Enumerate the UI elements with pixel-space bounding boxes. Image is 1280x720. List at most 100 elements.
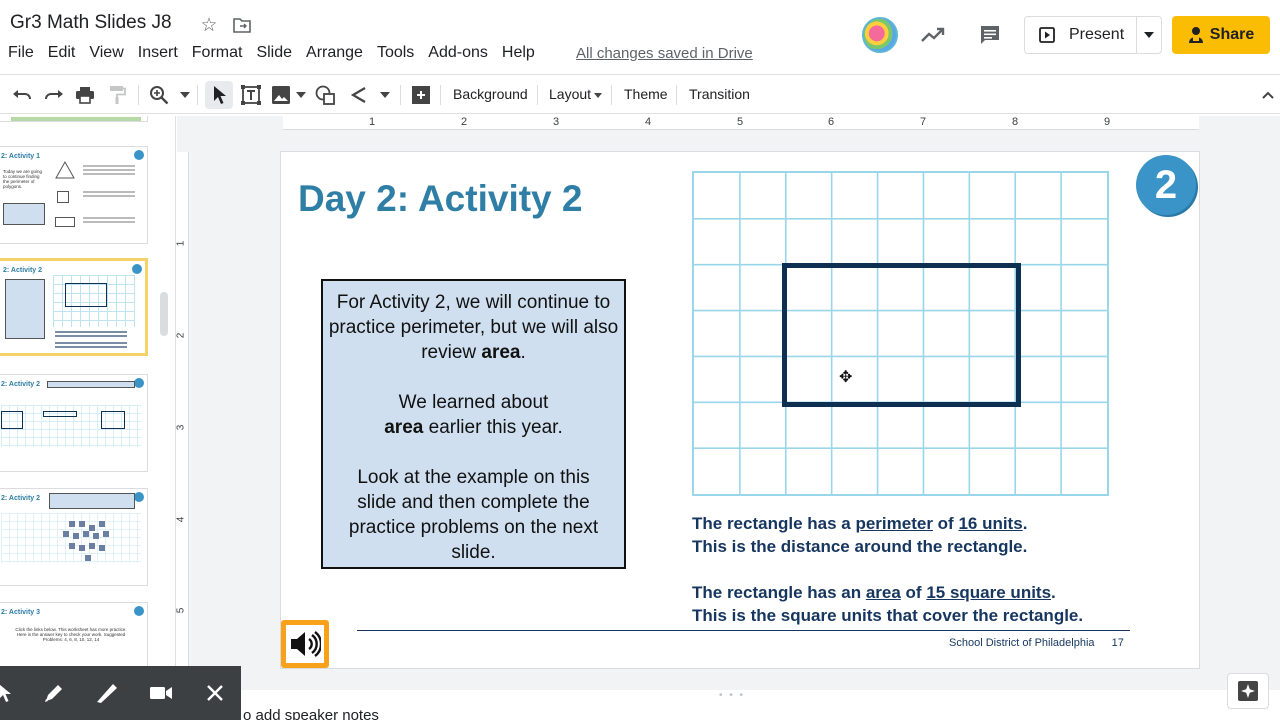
pointer-icon[interactable] (0, 681, 16, 705)
statement-text: of (900, 583, 927, 602)
ruler-tick: 3 (175, 424, 187, 431)
add-comment-icon[interactable] (410, 84, 432, 106)
activity-trend-icon[interactable] (920, 22, 946, 48)
comments-icon[interactable] (977, 22, 1003, 48)
collapse-icon[interactable] (1257, 84, 1279, 106)
audio-button[interactable] (281, 620, 329, 668)
menu-insert[interactable]: Insert (132, 44, 186, 62)
close-icon[interactable] (203, 681, 227, 705)
toolbar-divider (676, 85, 677, 105)
explore-button[interactable] (1227, 673, 1269, 709)
slide-footer: School District of Philadelphia 17 (949, 637, 1124, 649)
ruler-tick: 6 (828, 116, 835, 128)
menu-tools[interactable]: Tools (371, 44, 422, 62)
theme-button[interactable]: Theme (624, 86, 668, 102)
instruction-text: We learned about (398, 392, 549, 413)
share-button[interactable]: Share (1172, 16, 1270, 54)
statement-text: . (1022, 514, 1028, 533)
zoom-icon[interactable] (148, 84, 170, 106)
line-icon[interactable] (349, 84, 371, 106)
addon-apple-avatar[interactable] (862, 17, 898, 53)
menu-help[interactable]: Help (496, 44, 543, 62)
speaker-icon (286, 625, 324, 663)
speaker-notes-placeholder[interactable]: o add speaker notes (243, 707, 379, 720)
explore-icon (1238, 681, 1258, 701)
thumb-box (5, 279, 45, 339)
annotation-toolbar (0, 666, 241, 720)
thumb-triangle (55, 161, 75, 179)
menu-file[interactable]: File (8, 44, 42, 62)
slide-page-number: 17 (1111, 637, 1124, 649)
star-icon[interactable]: ☆ (198, 14, 220, 36)
undo-icon[interactable] (11, 84, 33, 106)
thumb-badge (134, 378, 144, 388)
zoom-dropdown-chevron-icon[interactable] (174, 84, 196, 106)
statement-text: of (932, 514, 959, 533)
filmstrip-scrollbar[interactable] (160, 292, 168, 336)
footer-divider (357, 630, 1130, 631)
pen-icon[interactable] (42, 681, 66, 705)
slide-thumbnail-13[interactable]: 2: Activity 1 Today we are going to cont… (0, 146, 148, 244)
save-status-link[interactable]: All changes saved in Drive (576, 45, 753, 62)
instruction-paragraph-2: We learned about area earlier this year. (323, 390, 624, 440)
example-rectangle[interactable] (782, 263, 1021, 407)
slide-title[interactable]: Day 2: Activity 2 (298, 178, 582, 220)
horizontal-ruler[interactable]: 1 2 3 4 5 6 7 8 9 (283, 116, 1199, 130)
highlighter-icon[interactable] (95, 681, 119, 705)
vertical-ruler[interactable]: 1 2 3 4 5 (175, 152, 189, 668)
slide-filmstrip[interactable]: 2: Activity 1 Today we are going to cont… (0, 116, 176, 666)
statement-text: The rectangle has an (692, 583, 866, 602)
slide-thumbnail-prev[interactable] (0, 116, 148, 122)
text-box-icon[interactable] (240, 84, 262, 106)
ruler-tick: 4 (175, 516, 187, 523)
thumb-lines (55, 331, 127, 333)
image-icon[interactable] (270, 84, 292, 106)
perimeter-explanation[interactable]: This is the distance around the rectangl… (692, 537, 1027, 557)
move-cursor-icon: ✥ (839, 369, 853, 386)
shape-icon[interactable] (315, 84, 337, 106)
layout-button[interactable]: Layout (549, 86, 591, 102)
video-camera-icon[interactable] (149, 681, 173, 705)
menu-add-ons[interactable]: Add-ons (422, 44, 496, 62)
background-button[interactable]: Background (453, 86, 528, 102)
thumb-title: 2: Activity 3 (1, 609, 41, 616)
title-bar: Gr3 Math Slides J8 ☆ File Edit View Inse… (0, 0, 1280, 72)
slide-thumbnail-15[interactable]: 2: Activity 2 (0, 374, 148, 472)
slide-thumbnail-17[interactable]: 2: Activity 3 Click the links below. Thi… (0, 602, 148, 666)
perimeter-statement[interactable]: The rectangle has a perimeter of 16 unit… (692, 514, 1027, 534)
document-title[interactable]: Gr3 Math Slides J8 (10, 12, 172, 34)
current-slide[interactable]: Day 2: Activity 2 For Activity 2, we wil… (281, 152, 1199, 668)
paint-format-icon[interactable] (106, 84, 128, 106)
notes-resize-handle[interactable]: • • • (719, 690, 745, 701)
share-lock-icon (1188, 26, 1204, 44)
footer-organization: School District of Philadelphia (949, 637, 1095, 649)
instruction-text-box[interactable]: For Activity 2, we will continue to prac… (321, 279, 626, 569)
slide-thumbnail-14-selected[interactable]: 2: Activity 2 (0, 258, 148, 356)
present-button[interactable]: Present (1025, 17, 1138, 53)
present-dropdown[interactable] (1137, 32, 1161, 38)
move-to-folder-icon[interactable] (231, 14, 253, 36)
thumb-rect (1, 411, 23, 429)
toolbar-divider (400, 85, 401, 105)
select-icon[interactable] (208, 84, 230, 106)
print-icon[interactable] (74, 84, 96, 106)
menu-format[interactable]: Format (186, 44, 251, 62)
menu-arrange[interactable]: Arrange (300, 44, 371, 62)
layout-dropdown-chevron-icon[interactable] (587, 84, 609, 106)
line-dropdown-chevron-icon[interactable] (374, 84, 396, 106)
ruler-tick: 5 (737, 116, 744, 128)
menu-view[interactable]: View (83, 44, 131, 62)
area-term: area (865, 583, 901, 602)
menu-edit[interactable]: Edit (42, 44, 84, 62)
slide-thumbnail-16[interactable]: 2: Activity 2 (0, 488, 148, 586)
redo-icon[interactable] (43, 84, 65, 106)
menu-slide[interactable]: Slide (250, 44, 300, 62)
statement-text: The rectangle has a (692, 514, 856, 533)
area-explanation[interactable]: This is the square units that cover the … (692, 606, 1083, 626)
thumb-badge (134, 150, 144, 160)
ruler-tick: 2 (461, 116, 468, 128)
image-dropdown-chevron-icon[interactable] (290, 84, 312, 106)
transition-button[interactable]: Transition (689, 86, 750, 102)
area-statement[interactable]: The rectangle has an area of 15 square u… (692, 583, 1056, 603)
ruler-tick: 1 (369, 116, 376, 128)
